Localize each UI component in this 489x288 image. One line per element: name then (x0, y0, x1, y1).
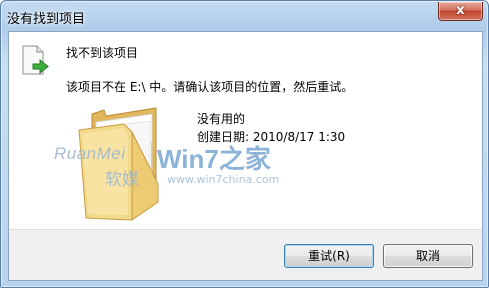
dialog-content: 找不到该项目 该项目不在 E:\ 中。请确认该项目的位置，然后重试。 没有用的 … (8, 31, 483, 281)
close-button[interactable]: x (438, 2, 483, 21)
file-moved-icon (22, 45, 49, 75)
watermark-brand-cn: 软媒 (105, 170, 139, 190)
retry-button[interactable]: 重试(R) (284, 244, 374, 268)
cancel-button[interactable]: 取消 (383, 244, 473, 268)
watermark-win7: Win7之家 (157, 144, 271, 174)
title-bar[interactable]: 没有找到项目 x (1, 1, 488, 31)
watermark-divider (151, 142, 152, 184)
dialog-window: 没有找到项目 x 找不到该项目 该项目不在 E:\ 中。请确认该项目的位置，然后… (0, 0, 489, 288)
window-title: 没有找到项目 (7, 12, 86, 27)
watermark-brand-en: RuanMei (54, 144, 126, 163)
close-icon: x (456, 3, 465, 18)
item-name: 没有用的 (197, 112, 246, 126)
watermark-url: www.win7china.com (167, 173, 280, 186)
error-message: 该项目不在 E:\ 中。请确认该项目的位置，然后重试。 (66, 80, 354, 94)
error-heading: 找不到该项目 (66, 46, 139, 60)
